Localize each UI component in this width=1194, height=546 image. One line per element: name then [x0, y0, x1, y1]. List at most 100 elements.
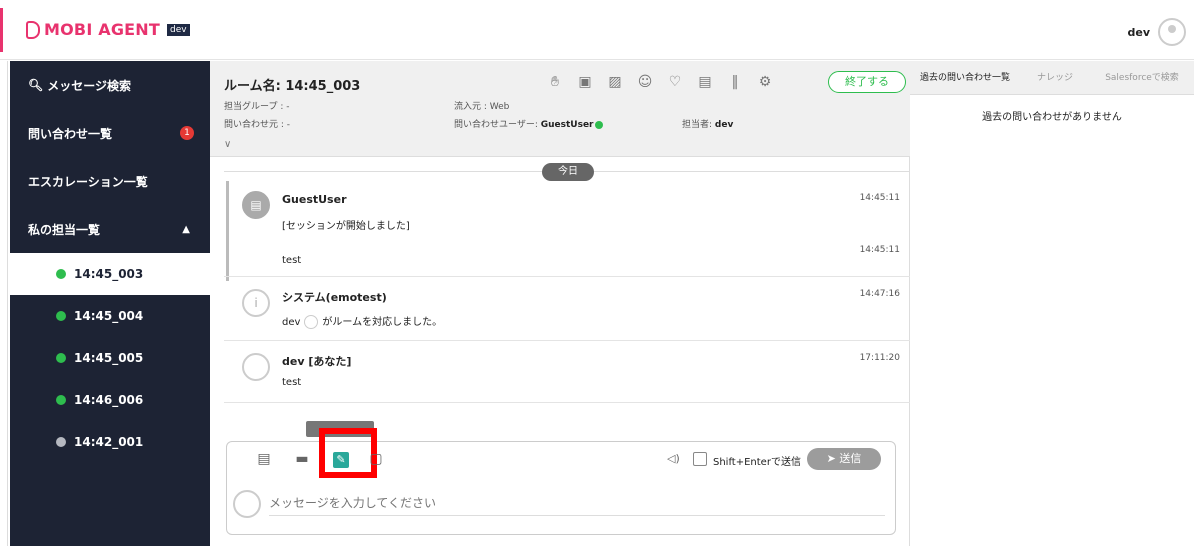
user-menu[interactable]: dev	[1127, 18, 1186, 46]
sidebar-item-escalations[interactable]: エスカレーション一覧	[10, 157, 210, 205]
message-text: dev がルームを対応しました。	[282, 313, 442, 329]
tab-knowledge[interactable]: ナレッジ	[1020, 61, 1090, 94]
date-pill: 今日	[542, 163, 594, 181]
chat-bubble-icon: ▤	[242, 191, 270, 219]
shift-enter-checkbox[interactable]	[693, 452, 707, 466]
top-bar: MOBI AGENT dev dev	[0, 0, 1194, 60]
room-item[interactable]: 14:45_003	[10, 253, 210, 295]
room-header: ルーム名: 14:45_003 ✋︎ ▣ ▨ ☺︎ ♡ ▤ ‖ ⚙︎ 終了する …	[210, 61, 910, 157]
speaker-icon[interactable]: ◁)	[667, 452, 680, 465]
pause-icon[interactable]: ‖	[720, 71, 750, 93]
chat-icon[interactable]: ▤	[253, 451, 275, 469]
env-badge: dev	[167, 23, 190, 36]
sidebar-item-label: エスカレーション一覧	[28, 174, 148, 189]
room-label: 14:45_003	[74, 267, 144, 281]
message-list: 今日 ▤ GuestUser [セッションが開始しました] 14:45:11 t…	[224, 157, 910, 407]
send-button[interactable]: ➤ 送信	[807, 448, 881, 470]
status-online-icon	[56, 311, 66, 321]
status-online-icon	[56, 395, 66, 405]
lightbulb-icon[interactable]: ♡	[660, 71, 690, 93]
room-item[interactable]: 14:42_001	[10, 421, 210, 463]
sidebar-item-label: メッセージ検索	[47, 78, 131, 93]
info-icon: i	[242, 289, 270, 317]
mentioned-user: dev	[282, 317, 301, 328]
assignee-value: dev	[714, 120, 734, 130]
search-icon: 🔍︎	[28, 78, 44, 92]
check-circle-icon	[56, 437, 66, 447]
tab-past-inquiries[interactable]: 過去の問い合わせ一覧	[910, 61, 1020, 94]
room-toolbar: ✋︎ ▣ ▨ ☺︎ ♡ ▤ ‖ ⚙︎	[540, 71, 780, 93]
end-session-button[interactable]: 終了する	[828, 71, 906, 93]
message-time: 14:45:11	[859, 245, 900, 255]
message-sender: dev [あなた]	[282, 355, 352, 368]
brand-name: MOBI AGENT	[44, 20, 160, 39]
room-item[interactable]: 14:45_005	[10, 337, 210, 379]
room-label: 14:45_005	[74, 351, 144, 365]
sidebar-item-my-assigned[interactable]: 私の担当一覧 ▲	[10, 205, 210, 253]
template-icon[interactable]: ▬	[291, 451, 313, 469]
app-logo[interactable]: MOBI AGENT dev	[26, 20, 190, 39]
message-composer: ▤ ▬ ✎︎ ▢ ◁) Shift+Enterで送信 ➤ 送信	[226, 428, 896, 535]
status-online-icon	[56, 353, 66, 363]
list-item: dev [あなた] test 17:11:20	[224, 341, 910, 403]
message-time: 14:47:16	[859, 289, 900, 299]
avatar-icon	[242, 353, 270, 381]
avatar-icon	[233, 490, 261, 518]
message-text: [セッションが開始しました]	[282, 221, 410, 232]
list-item: i システム(emotest) dev がルームを対応しました。 14:47:16	[224, 277, 910, 341]
profile-card-icon[interactable]: ▤	[690, 71, 720, 93]
send-label: 送信	[839, 452, 862, 465]
message-sender: システム(emotest)	[282, 291, 387, 304]
robot-icon[interactable]: ☺︎	[630, 71, 660, 93]
source-meta: 問い合わせ元 : -	[224, 120, 291, 130]
message-sender: GuestUser	[282, 193, 347, 206]
logo-icon	[26, 20, 40, 39]
sidebar-item-inquiries[interactable]: 問い合わせ一覧 1	[10, 109, 210, 157]
sidebar: 🔍︎ メッセージ検索 問い合わせ一覧 1 エスカレーション一覧 私の担当一覧 ▲…	[0, 61, 210, 546]
user-name: dev	[1127, 25, 1150, 39]
message-text: test	[282, 255, 302, 266]
message-input[interactable]	[269, 490, 885, 516]
message-text: test	[282, 377, 302, 388]
room-label: 14:45_004	[74, 309, 144, 323]
group-meta: 担当グループ : -	[224, 102, 290, 112]
download-icon[interactable]: ▣	[570, 71, 600, 93]
image-icon[interactable]: ▢	[365, 451, 387, 469]
avatar-icon	[304, 315, 319, 329]
user-meta: 問い合わせユーザー: GuestUser	[454, 117, 604, 130]
inquiries-count-badge: 1	[180, 126, 194, 140]
user-meta-label: 問い合わせユーザー:	[454, 120, 541, 130]
chevron-down-icon[interactable]: ∨	[224, 139, 231, 150]
room-label: 14:46_006	[74, 393, 144, 407]
list-item: ▤ GuestUser [セッションが開始しました] 14:45:11 test…	[224, 181, 910, 277]
gear-icon[interactable]: ⚙︎	[750, 71, 780, 93]
user-avatar-icon[interactable]	[1158, 18, 1186, 46]
assignee-label: 担当者:	[682, 120, 715, 130]
hand-icon[interactable]: ✋︎	[540, 71, 570, 93]
tab-salesforce-search[interactable]: Salesforceで検索	[1090, 61, 1194, 94]
room-title: ルーム名: 14:45_003	[224, 79, 361, 94]
room-item[interactable]: 14:45_004	[10, 295, 210, 337]
status-online-icon	[56, 269, 66, 279]
assignee-meta: 担当者: dev	[682, 117, 733, 130]
chat-main: ルーム名: 14:45_003 ✋︎ ▣ ▨ ☺︎ ♡ ▤ ‖ ⚙︎ 終了する …	[210, 61, 910, 546]
message-text-rest: がルームを対応しました。	[322, 317, 443, 328]
translate-icon[interactable]: ▨	[600, 71, 630, 93]
room-label: 14:42_001	[74, 435, 144, 449]
message-time: 14:45:11	[859, 193, 900, 203]
right-tabs: 過去の問い合わせ一覧 ナレッジ Salesforceで検索	[910, 61, 1194, 95]
inflow-meta: 流入元 : Web	[454, 102, 510, 112]
right-panel: 過去の問い合わせ一覧 ナレッジ Salesforceで検索 過去の問い合わせがあ…	[910, 61, 1194, 546]
room-item[interactable]: 14:46_006	[10, 379, 210, 421]
sidebar-item-label: 私の担当一覧	[28, 222, 101, 237]
empty-state-text: 過去の問い合わせがありません	[982, 112, 1122, 123]
message-time: 17:11:20	[859, 353, 900, 363]
chevron-up-icon[interactable]: ▲	[182, 224, 190, 235]
shift-enter-label: Shift+Enterで送信	[713, 457, 801, 468]
status-online-icon	[595, 120, 604, 129]
sidebar-item-label: 問い合わせ一覧	[28, 126, 113, 141]
sidebar-edge	[0, 61, 8, 546]
sidebar-item-search[interactable]: 🔍︎ メッセージ検索	[10, 61, 210, 109]
user-meta-value: GuestUser	[540, 120, 594, 130]
brand-accent-bar	[0, 8, 3, 52]
